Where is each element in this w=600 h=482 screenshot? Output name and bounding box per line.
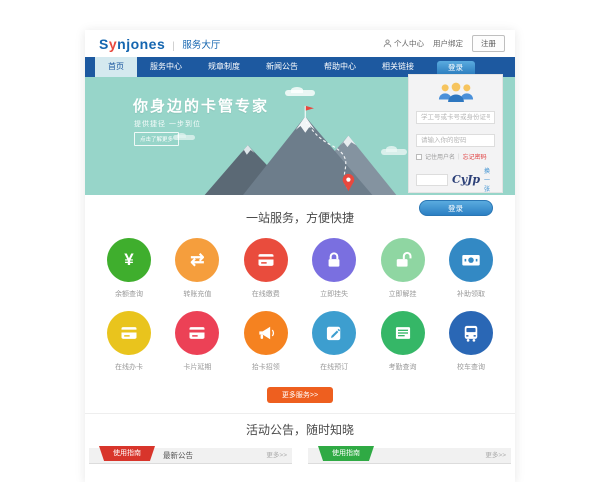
attendance-list-icon [393, 323, 413, 343]
service-online-payment[interactable]: 在线缴费 [238, 238, 294, 299]
nav-item-service-center[interactable]: 服务中心 [137, 57, 195, 77]
username-input[interactable] [416, 111, 495, 124]
bank-card-icon [187, 323, 207, 343]
user-center-label: 个人中心 [394, 38, 424, 49]
unlock-icon [393, 250, 413, 270]
register-button[interactable]: 注册 [472, 35, 505, 52]
site-name: 服务大厅 [182, 37, 220, 51]
mountain-illustration [203, 103, 398, 195]
services-section: 一站服务，方便快捷 ¥ 余额查询 ⇄ 转账充值 在线缴费 立即挂失 [85, 195, 515, 413]
more-link-left[interactable]: 更多>> [266, 448, 287, 464]
service-school-bus-inquiry[interactable]: 校车查询 [443, 311, 499, 372]
logo-divider: | [172, 41, 175, 52]
hero-cta-button[interactable]: 点击了解更多 [134, 132, 179, 146]
nav-item-help[interactable]: 帮助中心 [311, 57, 369, 77]
logo[interactable]: Synjones | [99, 36, 182, 52]
user-bind-link[interactable]: 用户绑定 [433, 38, 463, 49]
captcha-input[interactable] [416, 174, 448, 186]
announcements-section: 活动公告，随时知晓 使用指南 最新公告 更多>> 使用指南 更多>> [85, 413, 515, 482]
hero-subtitle: 提供捷径 一步到位 [134, 119, 201, 129]
banknote-icon [460, 249, 482, 271]
logo-accent: y [109, 36, 117, 52]
hero-title: 你身边的卡管专家 [133, 95, 269, 116]
login-panel: 登录 记住用户名 | 忘记密码 CyJp 换一张 登录 [408, 61, 503, 193]
captcha-refresh-link[interactable]: 换一张 [484, 166, 495, 193]
forgot-password-link[interactable]: 忘记密码 [463, 152, 487, 161]
captcha-image[interactable]: CyJp [452, 173, 480, 186]
service-cancel-loss[interactable]: 立即解挂 [375, 238, 431, 299]
tab-usage-guide-left[interactable]: 使用指南 [99, 446, 155, 461]
service-subsidy-collection[interactable]: 补助领取 [443, 238, 499, 299]
service-attendance-inquiry[interactable]: 考勤查询 [375, 311, 431, 372]
user-center-link[interactable]: 个人中心 [383, 38, 424, 49]
transfer-arrows-icon: ⇄ [190, 250, 204, 270]
logo-text-rest: njones [117, 36, 165, 52]
service-online-booking[interactable]: 在线预订 [306, 311, 362, 372]
service-report-loss[interactable]: 立即挂失 [306, 238, 362, 299]
user-bind-label: 用户绑定 [433, 38, 463, 49]
service-card-extension[interactable]: 卡片延期 [169, 311, 225, 372]
nav-item-news[interactable]: 新闻公告 [253, 57, 311, 77]
megaphone-icon [256, 323, 276, 343]
nav-item-home[interactable]: 首页 [95, 57, 137, 77]
yuan-icon: ¥ [124, 250, 133, 270]
more-link-right[interactable]: 更多>> [485, 448, 506, 464]
tab-latest-announcements[interactable]: 最新公告 [163, 448, 193, 464]
more-services-button[interactable]: 更多服务>> [267, 387, 333, 403]
service-transfer-recharge[interactable]: ⇄ 转账充值 [169, 238, 225, 299]
service-online-card-apply[interactable]: 在线办卡 [101, 311, 157, 372]
tab-usage-guide-right[interactable]: 使用指南 [318, 446, 374, 461]
login-button[interactable]: 登录 [419, 200, 493, 216]
remember-label: 记住用户名 [425, 152, 455, 161]
lock-icon [324, 250, 344, 270]
password-input[interactable] [416, 134, 495, 147]
bank-card-icon [256, 250, 276, 270]
flag-icon [306, 106, 314, 111]
service-lost-card-claim[interactable]: 拾卡招领 [238, 311, 294, 372]
login-tab[interactable]: 登录 [437, 61, 475, 74]
top-header: Synjones | 服务大厅 个人中心 用户绑定 注册 [85, 30, 515, 57]
announcements-title: 活动公告，随时知晓 [85, 421, 515, 438]
users-group-icon [436, 81, 476, 103]
remember-checkbox[interactable] [416, 154, 422, 160]
bus-icon [461, 323, 481, 343]
guide-panel-right: 使用指南 更多>> [308, 448, 511, 472]
logo-text: S [99, 36, 109, 52]
cloud [285, 90, 315, 96]
divider: | [458, 154, 460, 160]
service-balance-inquiry[interactable]: ¥ 余额查询 [101, 238, 157, 299]
page: Synjones | 服务大厅 个人中心 用户绑定 注册 首页 服务中心 规章制度… [85, 30, 515, 482]
nav-item-rules[interactable]: 规章制度 [195, 57, 253, 77]
bank-card-icon [119, 323, 139, 343]
guide-panel-left: 使用指南 最新公告 更多>> [89, 448, 292, 472]
person-icon [383, 39, 392, 48]
edit-icon [324, 323, 344, 343]
